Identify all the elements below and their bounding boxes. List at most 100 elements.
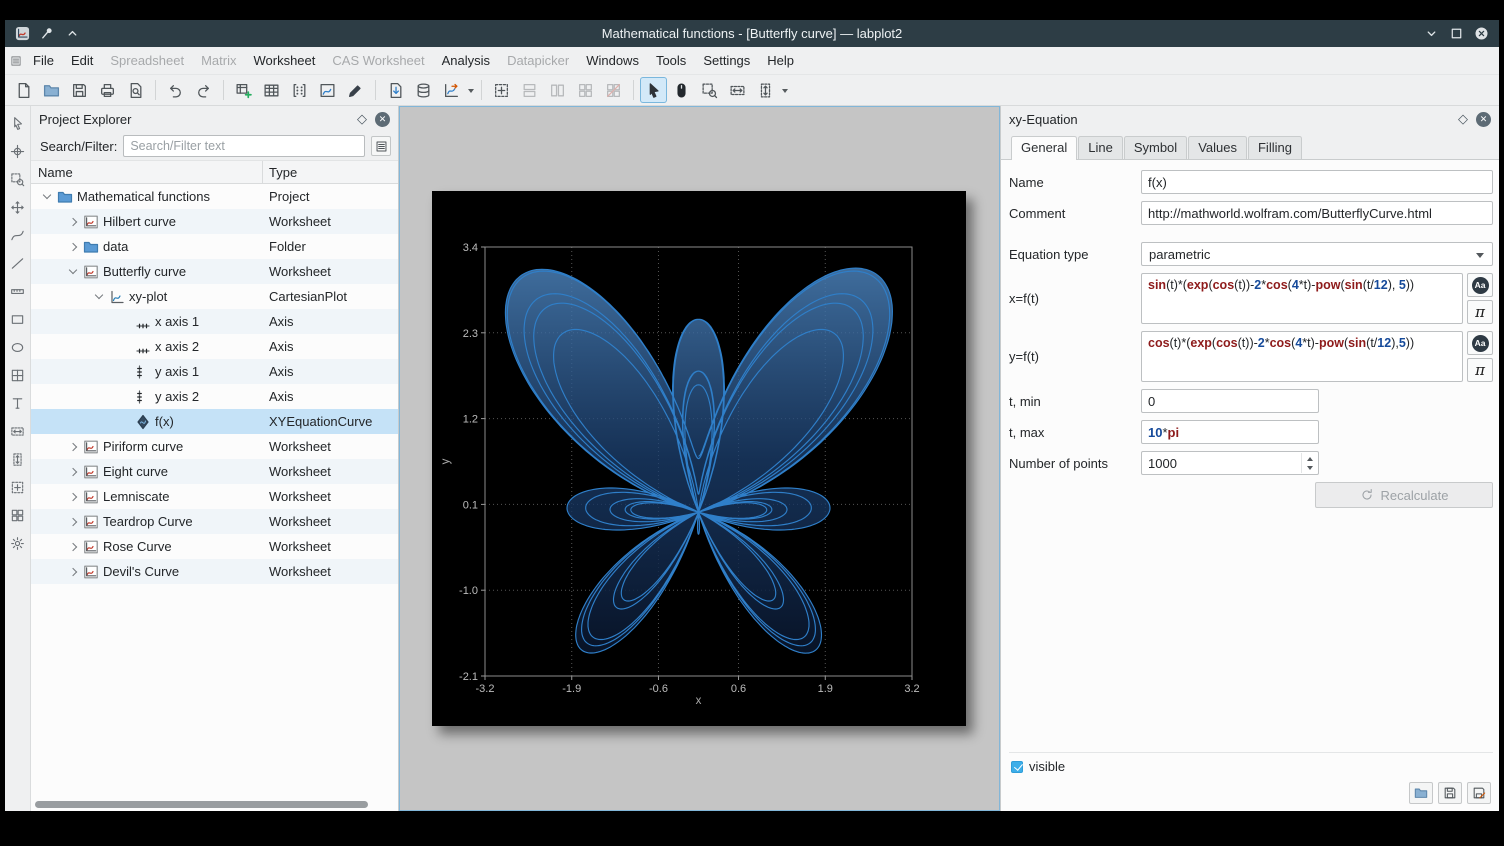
- tree-row-teardrop-curve[interactable]: Teardrop CurveWorksheet: [31, 509, 398, 534]
- tab-filling[interactable]: Filling: [1248, 136, 1302, 159]
- maximize-button[interactable]: [1449, 26, 1464, 41]
- t-min-input[interactable]: [1141, 389, 1319, 413]
- insert-constant-button[interactable]: Aa: [1467, 331, 1493, 355]
- save-as-default-button[interactable]: [1467, 782, 1491, 804]
- insert-constant-button[interactable]: Aa: [1467, 273, 1493, 297]
- menu-settings[interactable]: Settings: [695, 49, 758, 72]
- menu-edit[interactable]: Edit: [63, 49, 101, 72]
- menu-file[interactable]: File: [25, 49, 62, 72]
- tab-symbol[interactable]: Symbol: [1124, 136, 1187, 159]
- expander-closed-icon[interactable]: [67, 491, 79, 503]
- x-formula-input[interactable]: sin(t)*(exp(cos(t))-2*cos(4*t)-pow(sin(t…: [1141, 273, 1463, 324]
- keep-above-icon[interactable]: [65, 26, 80, 41]
- menu-analysis[interactable]: Analysis: [434, 49, 498, 72]
- dropdown-caret-icon[interactable]: [780, 77, 789, 103]
- rect-tool-icon[interactable]: [10, 312, 25, 327]
- new-worksheet-button[interactable]: [314, 77, 341, 103]
- vertical-layout-button[interactable]: [516, 77, 543, 103]
- save-settings-button[interactable]: [1438, 782, 1462, 804]
- tree-row-y-axis-1[interactable]: y axis 1Axis: [31, 359, 398, 384]
- close-dock-icon[interactable]: ✕: [1476, 112, 1491, 127]
- grid-tool-icon[interactable]: [10, 368, 25, 383]
- grid-layout-button[interactable]: [572, 77, 599, 103]
- insert-function-button[interactable]: π: [1467, 358, 1493, 382]
- print-button[interactable]: [94, 77, 121, 103]
- layers-tool-icon[interactable]: [10, 508, 25, 523]
- menu-windows[interactable]: Windows: [578, 49, 647, 72]
- open-file-button[interactable]: [38, 77, 65, 103]
- tree-row-x-axis-1[interactable]: x axis 1Axis: [31, 309, 398, 334]
- new-file-button[interactable]: [10, 77, 37, 103]
- axis-tool-icon[interactable]: [10, 284, 25, 299]
- new-matrix-button[interactable]: [286, 77, 313, 103]
- pan-tool-icon[interactable]: [10, 200, 25, 215]
- navigate-mode-button[interactable]: [668, 77, 695, 103]
- expander-closed-icon[interactable]: [67, 466, 79, 478]
- curve-tool-icon[interactable]: [10, 228, 25, 243]
- visible-checkbox[interactable]: [1011, 761, 1023, 773]
- select-mode-button[interactable]: [640, 77, 667, 103]
- number-of-points-spinner[interactable]: 1000: [1141, 451, 1319, 475]
- spin-up-icon[interactable]: [1302, 453, 1317, 463]
- tab-line[interactable]: Line: [1078, 136, 1123, 159]
- plot-area[interactable]: -3.2-1.9-0.60.61.93.2-2.1-1.00.11.22.33.…: [432, 191, 966, 726]
- expander-closed-icon[interactable]: [67, 241, 79, 253]
- spin-down-icon[interactable]: [1302, 463, 1317, 473]
- search-filter-input[interactable]: [123, 135, 365, 157]
- dropdown-caret-icon[interactable]: [466, 77, 475, 103]
- scrollbar-handle[interactable]: [35, 801, 368, 808]
- expander-closed-icon[interactable]: [67, 566, 79, 578]
- app-icon[interactable]: [15, 26, 30, 41]
- tree-row-rose-curve[interactable]: Rose CurveWorksheet: [31, 534, 398, 559]
- comment-input[interactable]: [1141, 201, 1493, 225]
- new-spreadsheet-button[interactable]: [258, 77, 285, 103]
- expander-open-icon[interactable]: [41, 191, 53, 203]
- import-file-button[interactable]: [382, 77, 409, 103]
- tree-row-f-x-[interactable]: f(x)XYEquationCurve: [31, 409, 398, 434]
- tree-row-x-axis-2[interactable]: x axis 2Axis: [31, 334, 398, 359]
- equation-type-combobox[interactable]: parametric: [1141, 242, 1493, 266]
- expander-closed-icon[interactable]: [67, 216, 79, 228]
- line-tool-icon[interactable]: [10, 256, 25, 271]
- t-max-input[interactable]: 10*pi: [1141, 420, 1319, 444]
- float-dock-icon[interactable]: ◇: [357, 111, 367, 127]
- tree-row-piriform-curve[interactable]: Piriform curveWorksheet: [31, 434, 398, 459]
- load-settings-button[interactable]: [1409, 782, 1433, 804]
- tree-row-devil-s-curve[interactable]: Devil's CurveWorksheet: [31, 559, 398, 584]
- zoom-fit-button[interactable]: [488, 77, 515, 103]
- horizontal-scrollbar[interactable]: [35, 801, 386, 808]
- close-dock-icon[interactable]: ✕: [375, 112, 390, 127]
- float-dock-icon[interactable]: ◇: [1458, 111, 1468, 127]
- ellipse-tool-icon[interactable]: [10, 340, 25, 355]
- expander-closed-icon[interactable]: [67, 516, 79, 528]
- column-header-type[interactable]: Type: [263, 165, 398, 180]
- tree-row-butterfly-curve[interactable]: Butterfly curveWorksheet: [31, 259, 398, 284]
- zoom-region-tool-icon[interactable]: [10, 172, 25, 187]
- zoom-x-tool-icon[interactable]: [10, 424, 25, 439]
- redo-button[interactable]: [190, 77, 217, 103]
- zoom-y-tool-icon[interactable]: [10, 452, 25, 467]
- expander-closed-icon[interactable]: [67, 541, 79, 553]
- menu-worksheet[interactable]: Worksheet: [245, 49, 323, 72]
- recalculate-button[interactable]: Recalculate: [1315, 482, 1493, 508]
- filter-options-icon[interactable]: [371, 136, 391, 156]
- tree-row-y-axis-2[interactable]: y axis 2Axis: [31, 384, 398, 409]
- print-preview-button[interactable]: [122, 77, 149, 103]
- fit-tool-icon[interactable]: [10, 480, 25, 495]
- titlebar[interactable]: Mathematical functions - [Butterfly curv…: [5, 20, 1499, 47]
- expander-open-icon[interactable]: [93, 291, 105, 303]
- close-button[interactable]: [1474, 26, 1489, 41]
- tree-row-hilbert-curve[interactable]: Hilbert curveWorksheet: [31, 209, 398, 234]
- name-input[interactable]: [1141, 170, 1493, 194]
- tab-general[interactable]: General: [1011, 136, 1077, 160]
- save-file-button[interactable]: [66, 77, 93, 103]
- minimize-button[interactable]: [1424, 26, 1439, 41]
- worksheet-view[interactable]: -3.2-1.9-0.60.61.93.2-2.1-1.00.11.22.33.…: [399, 106, 1000, 811]
- column-header-name[interactable]: Name: [31, 161, 263, 183]
- tree-row-data[interactable]: dataFolder: [31, 234, 398, 259]
- tree-row-xy-plot[interactable]: xy-plotCartesianPlot: [31, 284, 398, 309]
- horizontal-layout-button[interactable]: [544, 77, 571, 103]
- expander-closed-icon[interactable]: [67, 441, 79, 453]
- pin-icon[interactable]: [40, 26, 55, 41]
- export-button[interactable]: [438, 77, 465, 103]
